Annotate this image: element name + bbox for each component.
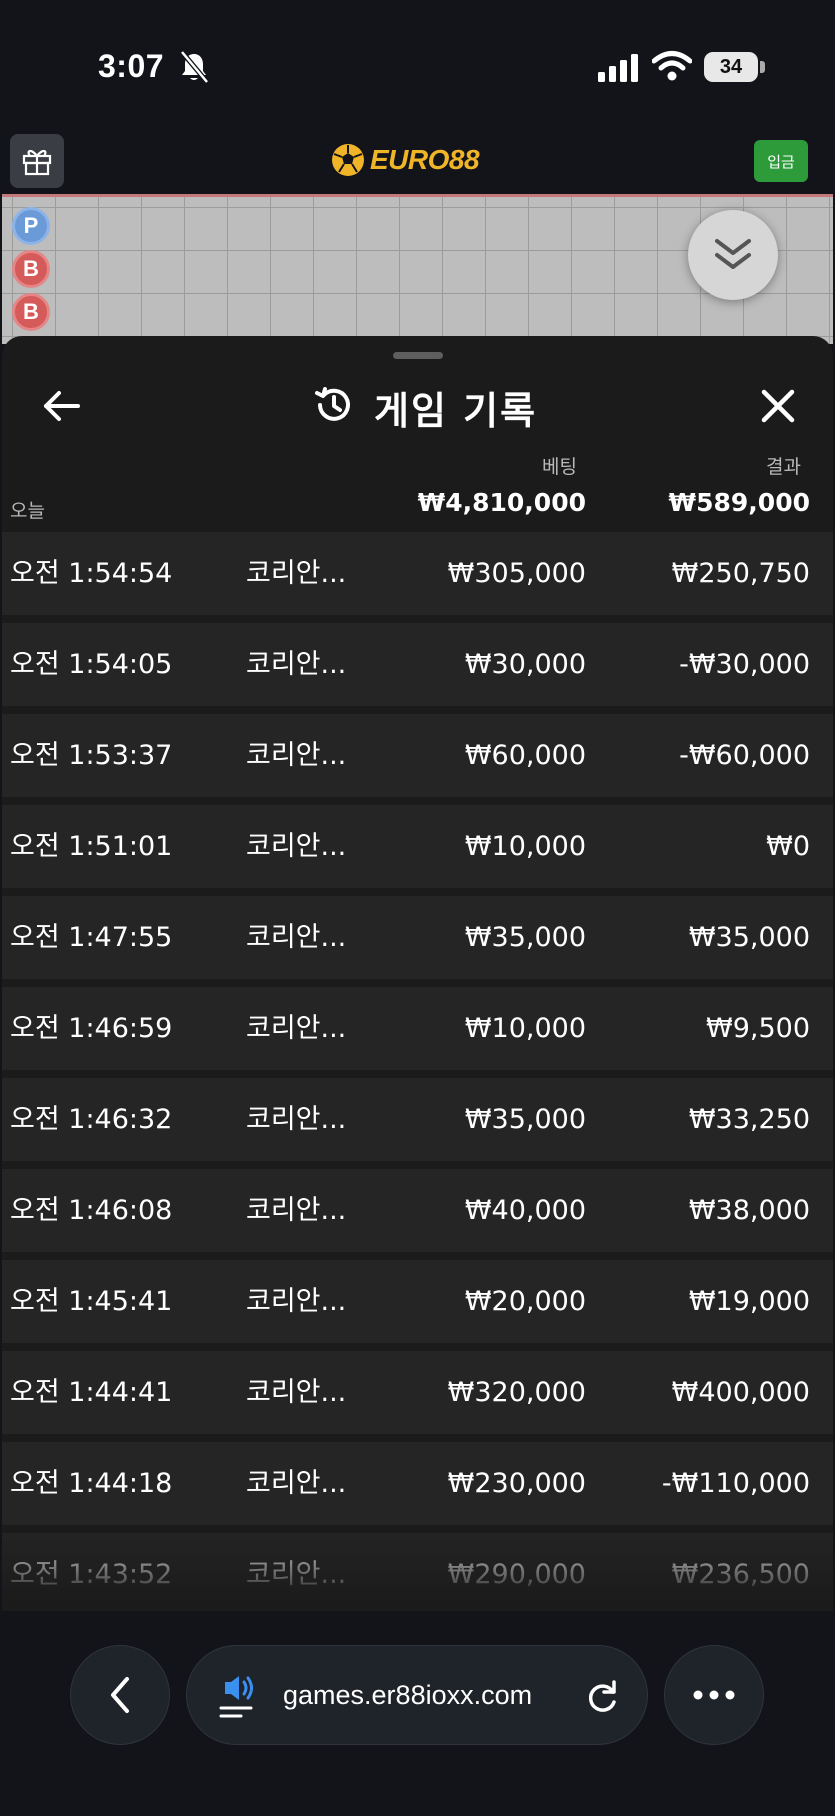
battery-indicator: 34 xyxy=(704,52,758,82)
gift-button[interactable] xyxy=(10,134,64,188)
row-result: -₩110,000 xyxy=(661,1468,810,1499)
history-list: 오전 1:54:54 코리안... ₩305,000 ₩250,750 오전 1:54:… xyxy=(2,532,833,1611)
history-row[interactable]: 오전 1:45:41 코리안... ₩20,000 ₩19,000 xyxy=(2,1260,833,1343)
row-bet: ₩10,000 xyxy=(464,831,586,862)
row-result: ₩35,000 xyxy=(688,922,810,953)
row-result: -₩30,000 xyxy=(679,649,810,680)
row-game: 코리안... xyxy=(246,1104,347,1135)
row-game: 코리안... xyxy=(246,649,347,680)
scroll-fade xyxy=(2,1521,833,1611)
row-game: 코리안... xyxy=(246,1013,347,1044)
wifi-icon xyxy=(652,51,692,81)
battery-tip xyxy=(760,61,765,73)
row-time: 오전 1:51:01 xyxy=(10,831,173,862)
row-time: 오전 1:46:08 xyxy=(10,1195,173,1226)
double-chevron-down-icon xyxy=(715,239,751,269)
history-row[interactable]: 오전 1:46:08 코리안... ₩40,000 ₩38,000 xyxy=(2,1169,833,1252)
soccer-ball-icon xyxy=(332,144,364,176)
euro88-logo[interactable]: EURO88 xyxy=(330,140,480,180)
row-result: ₩0 xyxy=(766,831,810,862)
row-result: ₩38,000 xyxy=(688,1195,810,1226)
row-time: 오전 1:46:32 xyxy=(10,1104,173,1135)
history-row[interactable]: 오전 1:44:18 코리안... ₩230,000 -₩110,000 xyxy=(2,1442,833,1525)
row-time: 오전 1:54:54 xyxy=(10,558,173,589)
row-game: 코리안... xyxy=(246,1286,347,1317)
chevron-left-icon xyxy=(111,1677,129,1713)
gift-icon xyxy=(22,150,52,176)
url-text: games.er88ioxx.com xyxy=(283,1680,533,1710)
history-row[interactable]: 오전 1:46:32 코리안... ₩35,000 ₩33,250 xyxy=(2,1078,833,1161)
row-bet: ₩40,000 xyxy=(464,1195,586,1226)
row-game: 코리안... xyxy=(246,922,347,953)
more-dots-icon xyxy=(693,1690,735,1700)
row-bet: ₩35,000 xyxy=(464,922,586,953)
row-bet: ₩35,000 xyxy=(464,1104,586,1135)
row-game: 코리안... xyxy=(246,1195,347,1226)
deposit-button[interactable]: 입금 xyxy=(754,140,808,182)
roadmap-dot-banker: B xyxy=(12,293,50,331)
row-result: ₩250,750 xyxy=(671,558,810,589)
reload-icon[interactable] xyxy=(583,1678,621,1716)
history-row[interactable]: 오전 1:47:55 코리안... ₩35,000 ₩35,000 xyxy=(2,896,833,979)
history-row[interactable]: 오전 1:44:41 코리안... ₩320,000 ₩400,000 xyxy=(2,1351,833,1434)
row-bet: ₩10,000 xyxy=(464,1013,586,1044)
row-bet: ₩20,000 xyxy=(464,1286,586,1317)
history-row[interactable]: 오전 1:51:01 코리안... ₩10,000 ₩0 xyxy=(2,805,833,888)
collapse-button[interactable] xyxy=(688,210,778,300)
row-time: 오전 1:47:55 xyxy=(10,922,173,953)
logo-text: EURO88 xyxy=(370,144,480,175)
address-bar[interactable]: games.er88ioxx.com xyxy=(186,1645,648,1745)
row-time: 오전 1:53:37 xyxy=(10,740,173,771)
row-game: 코리안... xyxy=(246,740,347,771)
history-row[interactable]: 오전 1:54:05 코리안... ₩30,000 -₩30,000 xyxy=(2,623,833,706)
history-icon xyxy=(315,387,350,421)
row-bet: ₩320,000 xyxy=(447,1377,586,1408)
game-history-sheet: 게임 기록 베팅 결과 오늘 ₩4,810,000 ₩589,000 오전 1:… xyxy=(2,336,833,1611)
row-result: -₩60,000 xyxy=(679,740,810,771)
more-options-button[interactable] xyxy=(664,1645,764,1745)
drag-handle[interactable] xyxy=(393,352,443,359)
row-bet: ₩60,000 xyxy=(464,740,586,771)
date-group-label: 오늘 xyxy=(10,500,45,522)
row-time: 오전 1:44:18 xyxy=(10,1468,173,1499)
sheet-title: 게임 기록 xyxy=(374,389,538,433)
row-bet: ₩30,000 xyxy=(464,649,586,680)
status-time: 3:07 xyxy=(98,48,165,84)
total-result: ₩589,000 xyxy=(668,488,810,517)
row-result: ₩9,500 xyxy=(706,1013,810,1044)
row-bet: ₩230,000 xyxy=(447,1468,586,1499)
bell-muted-icon xyxy=(180,50,209,84)
history-row[interactable]: 오전 1:53:37 코리안... ₩60,000 -₩60,000 xyxy=(2,714,833,797)
row-result: ₩400,000 xyxy=(671,1377,810,1408)
roadmap-dot-player: P xyxy=(12,207,50,245)
row-bet: ₩305,000 xyxy=(447,558,586,589)
history-row[interactable]: 오전 1:54:54 코리안... ₩305,000 ₩250,750 xyxy=(2,532,833,615)
row-game: 코리안... xyxy=(246,558,347,589)
row-time: 오전 1:44:41 xyxy=(10,1377,173,1408)
row-time: 오전 1:46:59 xyxy=(10,1013,173,1044)
total-bet: ₩4,810,000 xyxy=(417,488,586,517)
close-icon[interactable] xyxy=(758,386,798,426)
back-arrow-icon[interactable] xyxy=(42,386,82,426)
speaker-icon xyxy=(219,1676,253,1718)
column-header-bet: 베팅 xyxy=(542,456,577,478)
roadmap-dot-banker: B xyxy=(12,250,50,288)
row-time: 오전 1:45:41 xyxy=(10,1286,173,1317)
browser-back-button[interactable] xyxy=(70,1645,170,1745)
row-result: ₩19,000 xyxy=(688,1286,810,1317)
cellular-signal-icon xyxy=(598,54,638,82)
status-bar: 3:07 34 xyxy=(0,0,835,130)
row-game: 코리안... xyxy=(246,1377,347,1408)
row-game: 코리안... xyxy=(246,831,347,862)
row-game: 코리안... xyxy=(246,1468,347,1499)
column-header-result: 결과 xyxy=(766,456,801,478)
row-time: 오전 1:54:05 xyxy=(10,649,173,680)
row-result: ₩33,250 xyxy=(688,1104,810,1135)
game-header: EURO88 입금 xyxy=(0,130,835,192)
browser-toolbar: games.er88ioxx.com xyxy=(0,1611,835,1816)
history-row[interactable]: 오전 1:46:59 코리안... ₩10,000 ₩9,500 xyxy=(2,987,833,1070)
